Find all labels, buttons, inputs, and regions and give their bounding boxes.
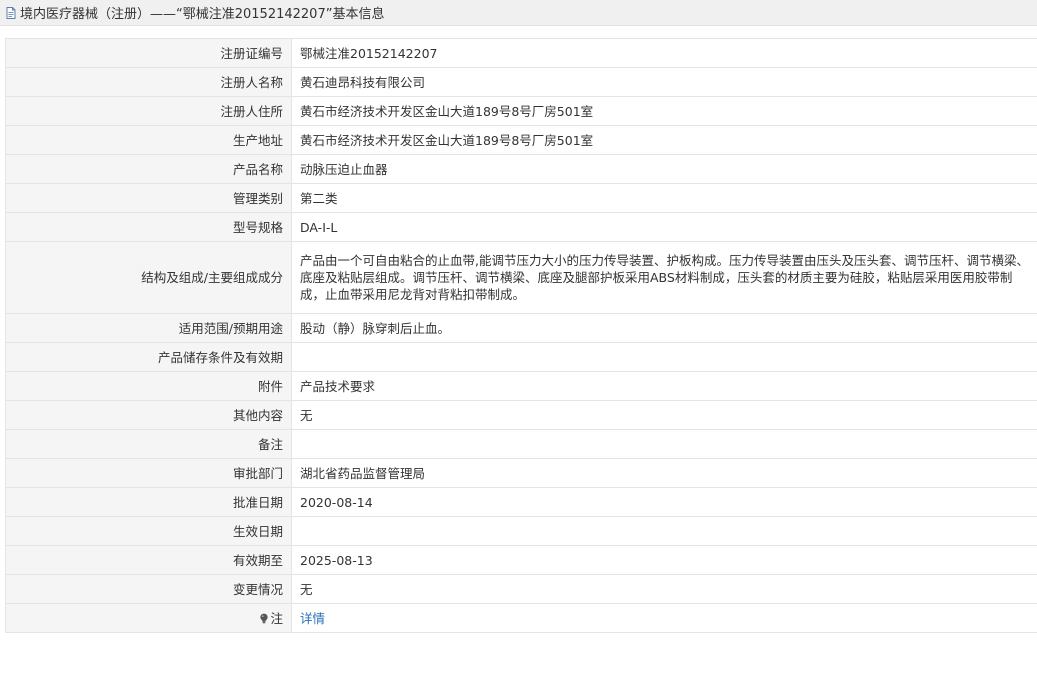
field-label: 附件 [5,371,292,401]
field-value: 鄂械注准20152142207 [291,38,1037,68]
field-value: 黄石迪昂科技有限公司 [291,67,1037,97]
table-row: 产品名称 动脉压迫止血器 [5,154,1037,184]
field-value: 2020-08-14 [291,487,1037,517]
device-info-table: 注册证编号 鄂械注准20152142207 注册人名称 黄石迪昂科技有限公司 注… [5,38,1037,633]
table-row: 备注 [5,429,1037,459]
table-row: 注册证编号 鄂械注准20152142207 [5,38,1037,68]
field-value: 股动（静）脉穿刺后止血。 [291,313,1037,343]
field-label: 生产地址 [5,125,292,155]
table-row: 产品储存条件及有效期 [5,342,1037,372]
table-row: 其他内容 无 [5,400,1037,430]
table-row: 注册人名称 黄石迪昂科技有限公司 [5,67,1037,97]
field-label: 审批部门 [5,458,292,488]
field-value: 2025-08-13 [291,545,1037,575]
lightbulb-icon [259,611,269,623]
field-label: 生效日期 [5,516,292,546]
field-value: 产品由一个可自由粘合的止血带,能调节压力大小的压力传导装置、护板构成。压力传导装… [291,241,1037,314]
field-label: 产品储存条件及有效期 [5,342,292,372]
field-value [291,429,1037,459]
field-label: 注册人名称 [5,67,292,97]
table-row: 审批部门 湖北省药品监督管理局 [5,458,1037,488]
document-icon [4,6,18,20]
table-row: 管理类别 第二类 [5,183,1037,213]
details-link[interactable]: 详情 [300,611,325,626]
field-value: 无 [291,574,1037,604]
note-row: 注 详情 [5,603,1037,633]
page-title-bar: 境内医疗器械（注册）——“鄂械注准20152142207”基本信息 [0,0,1037,26]
field-label: 其他内容 [5,400,292,430]
table-row: 结构及组成/主要组成成分 产品由一个可自由粘合的止血带,能调节压力大小的压力传导… [5,241,1037,314]
page-title: 境内医疗器械（注册）——“鄂械注准20152142207”基本信息 [20,7,385,22]
table-row: 生产地址 黄石市经济技术开发区金山大道189号8号厂房501室 [5,125,1037,155]
table-row: 注册人住所 黄石市经济技术开发区金山大道189号8号厂房501室 [5,96,1037,126]
note-value-cell: 详情 [291,603,1037,633]
field-value: 湖北省药品监督管理局 [291,458,1037,488]
field-label: 注册人住所 [5,96,292,126]
table-row: 型号规格 DA-I-L [5,212,1037,242]
table-row: 变更情况 无 [5,574,1037,604]
field-value [291,342,1037,372]
field-label: 变更情况 [5,574,292,604]
field-value: 无 [291,400,1037,430]
field-label: 产品名称 [5,154,292,184]
table-row: 有效期至 2025-08-13 [5,545,1037,575]
table-row: 附件 产品技术要求 [5,371,1037,401]
field-value [291,516,1037,546]
field-value: 黄石市经济技术开发区金山大道189号8号厂房501室 [291,96,1037,126]
note-label-cell: 注 [5,603,292,633]
field-label: 型号规格 [5,212,292,242]
table-row: 适用范围/预期用途 股动（静）脉穿刺后止血。 [5,313,1037,343]
field-value: 第二类 [291,183,1037,213]
field-label: 注册证编号 [5,38,292,68]
note-label: 注 [270,610,283,626]
field-label: 备注 [5,429,292,459]
field-label: 结构及组成/主要组成成分 [5,241,292,314]
field-value: 产品技术要求 [291,371,1037,401]
field-value: 动脉压迫止血器 [291,154,1037,184]
field-label: 批准日期 [5,487,292,517]
field-label: 有效期至 [5,545,292,575]
table-row: 批准日期 2020-08-14 [5,487,1037,517]
table-row: 生效日期 [5,516,1037,546]
field-value: DA-I-L [291,212,1037,242]
field-label: 适用范围/预期用途 [5,313,292,343]
field-label: 管理类别 [5,183,292,213]
field-value: 黄石市经济技术开发区金山大道189号8号厂房501室 [291,125,1037,155]
